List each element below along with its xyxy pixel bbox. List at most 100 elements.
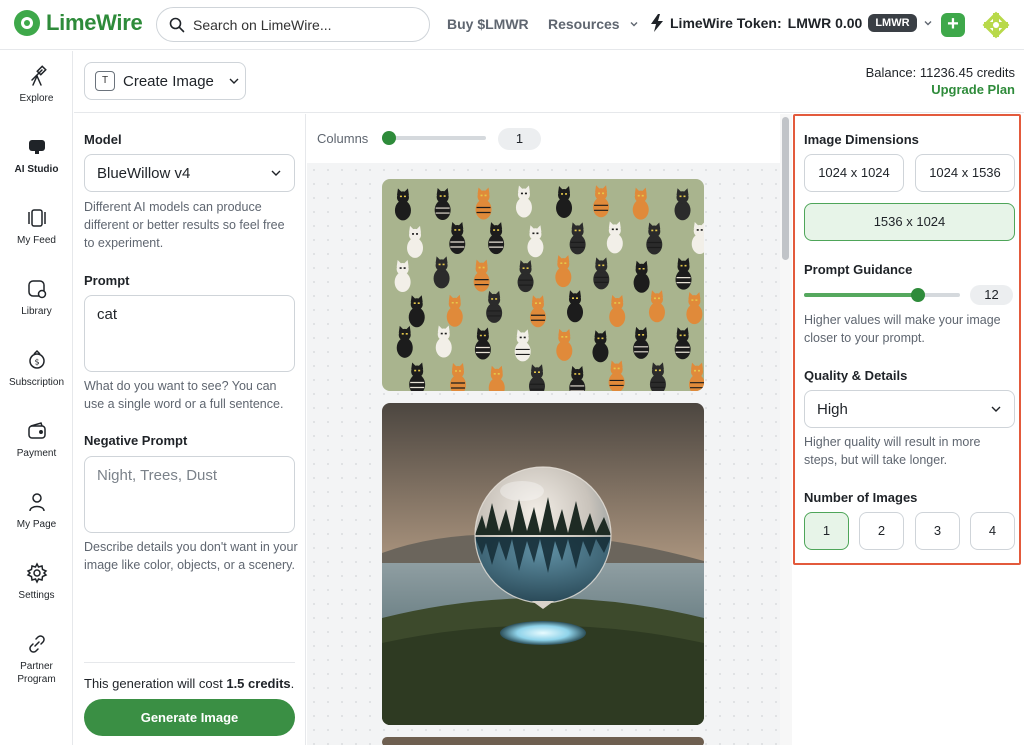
- cat-figure: [633, 326, 650, 359]
- prompt-guidance-label: Prompt Guidance: [804, 262, 913, 277]
- logo[interactable]: LimeWire: [14, 10, 143, 36]
- gallery-scrollbar[interactable]: [780, 114, 792, 745]
- sidebar-item-payment[interactable]: Payment: [0, 420, 73, 459]
- cat-figure: [606, 221, 623, 254]
- quality-help: Higher quality will result in more steps…: [804, 435, 981, 467]
- prompt-guidance-help: Higher values will make your image close…: [804, 313, 1001, 345]
- num-images-1-button[interactable]: 1: [804, 512, 849, 550]
- cat-figure: [567, 290, 584, 323]
- sidebar-item-partner-program[interactable]: Partner Program: [0, 633, 73, 685]
- slider-handle[interactable]: [382, 131, 396, 145]
- svg-text:$: $: [34, 358, 39, 367]
- model-select[interactable]: BlueWillow v4: [84, 154, 295, 192]
- orb-landscape-image: [382, 403, 704, 725]
- cat-figure: [474, 327, 491, 360]
- num-images-4-button[interactable]: 4: [970, 512, 1015, 550]
- sidebar-item-my-feed[interactable]: My Feed: [0, 207, 73, 246]
- cat-figure: [648, 290, 665, 323]
- library-icon: [27, 280, 46, 299]
- slider-fill: [804, 293, 918, 297]
- generated-image-partial[interactable]: [382, 737, 704, 745]
- quality-select[interactable]: High: [804, 390, 1015, 428]
- credit-balance: Balance: 11236.45 credits: [865, 65, 1015, 80]
- cat-figure: [435, 325, 452, 358]
- num-images-2-button[interactable]: 2: [859, 512, 904, 550]
- columns-value: 1: [498, 128, 541, 150]
- cat-figure: [555, 255, 572, 288]
- dimension-1536x1024-button[interactable]: 1536 x 1024: [804, 203, 1015, 241]
- image-gallery-panel: Columns 1: [307, 114, 780, 745]
- sidebar-item-label: Subscription: [8, 377, 65, 388]
- cat-figure: [514, 329, 531, 362]
- prompt-guidance-slider[interactable]: [804, 288, 960, 302]
- sidebar-item-explore[interactable]: Explore: [0, 65, 73, 104]
- model-label: Model: [84, 132, 122, 147]
- cost-suffix: .: [290, 676, 295, 691]
- token-badge: LMWR: [868, 14, 917, 32]
- sidebar-item-my-page[interactable]: My Page: [0, 491, 73, 530]
- create-image-dropdown[interactable]: T Create Image: [84, 62, 246, 100]
- cat-figure: [529, 295, 546, 328]
- avatar-icon[interactable]: [981, 10, 1011, 40]
- image-dimensions-label: Image Dimensions: [804, 132, 919, 147]
- prompt-input[interactable]: cat: [84, 295, 295, 372]
- number-of-images-label: Number of Images: [804, 490, 918, 505]
- negative-prompt-label: Negative Prompt: [84, 433, 188, 448]
- generate-image-button[interactable]: Generate Image: [84, 699, 295, 736]
- chevron-down-icon: [271, 170, 281, 176]
- sidebar-item-label: Library: [21, 306, 52, 317]
- cost-prefix: This generation will cost: [84, 676, 227, 691]
- cat-figure: [569, 222, 586, 255]
- generated-image-cats[interactable]: [382, 179, 704, 391]
- header: LimeWire Buy $LMWR Resources LimeWire To…: [0, 0, 1024, 50]
- gear-icon: [26, 562, 47, 584]
- prompt-label: Prompt: [84, 273, 130, 288]
- sidebar-item-library[interactable]: Library: [0, 278, 73, 317]
- cat-figure: [515, 185, 532, 218]
- sidebar-item-label: Program: [17, 674, 56, 685]
- sidebar-item-label: AI Studio: [14, 164, 59, 175]
- cat-figure: [593, 185, 610, 218]
- cat-figure: [686, 292, 703, 325]
- negative-prompt-input[interactable]: [84, 456, 295, 533]
- upgrade-plan-link[interactable]: Upgrade Plan: [931, 82, 1015, 97]
- monitor-icon: [28, 140, 45, 154]
- chevron-down-icon: [991, 406, 1001, 412]
- create-image-icon: T: [95, 71, 115, 91]
- resources-menu[interactable]: Resources: [548, 16, 639, 32]
- chevron-down-icon: [630, 22, 638, 27]
- token-menu[interactable]: LimeWire Token: LMWR 0.00 LMWR: [650, 14, 933, 32]
- columns-slider[interactable]: [382, 131, 486, 145]
- feed-icon: [27, 209, 46, 227]
- slider-handle[interactable]: [911, 288, 925, 302]
- lightning-icon: [651, 14, 663, 32]
- user-icon: [28, 493, 45, 512]
- sidebar-item-settings[interactable]: Settings: [0, 562, 73, 601]
- buy-lmwr-link[interactable]: Buy $LMWR: [447, 16, 529, 32]
- cat-figure: [632, 187, 649, 220]
- dimension-1024x1536-button[interactable]: 1024 x 1536: [915, 154, 1015, 192]
- sidebar-item-ai-studio[interactable]: AI Studio: [0, 136, 73, 175]
- num-images-3-button[interactable]: 3: [915, 512, 960, 550]
- scrollbar-thumb[interactable]: [782, 117, 789, 260]
- dimension-1024x1024-button[interactable]: 1024 x 1024: [804, 154, 904, 192]
- search-box[interactable]: [156, 7, 430, 42]
- cat-figure: [473, 259, 490, 292]
- plus-icon[interactable]: +: [941, 13, 965, 37]
- generated-image-orb[interactable]: [382, 403, 704, 725]
- cat-figure: [408, 295, 425, 328]
- cat-figure: [608, 360, 625, 391]
- toolbar: T Create Image Balance: 11236.45 credits…: [74, 51, 1024, 113]
- divider: [84, 662, 295, 663]
- cat-figure: [646, 222, 663, 255]
- cat-figure: [527, 225, 544, 258]
- cat-figure: [674, 327, 691, 360]
- sidebar-item-subscription[interactable]: $ Subscription: [0, 349, 73, 388]
- search-input[interactable]: [193, 16, 413, 33]
- search-icon: [169, 17, 185, 32]
- cat-figure: [434, 188, 451, 221]
- cat-figure: [449, 221, 466, 254]
- sidebar-item-label: Explore: [19, 93, 54, 104]
- token-label: LimeWire Token:: [670, 15, 782, 31]
- cost-value: 1.5 credits: [226, 676, 291, 691]
